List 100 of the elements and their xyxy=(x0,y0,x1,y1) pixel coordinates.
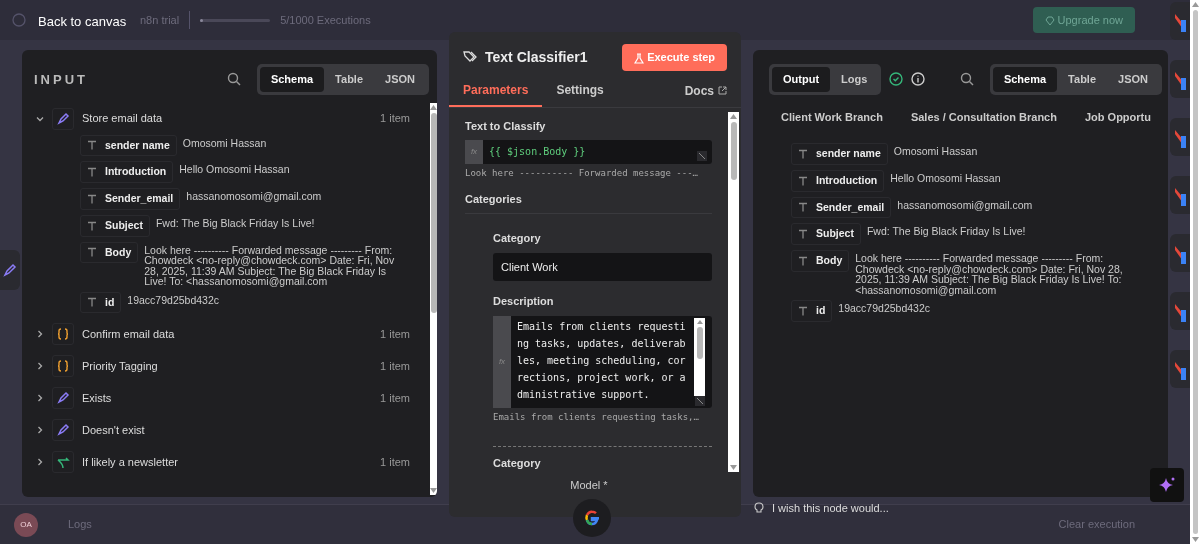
avatar[interactable]: OA xyxy=(14,512,38,537)
text-type-icon xyxy=(87,220,97,231)
field-value: Fwd: The Big Black Friday Is Live! xyxy=(866,224,1026,237)
info-icon[interactable] xyxy=(911,72,926,87)
clock-icon xyxy=(12,13,26,27)
text-type-icon xyxy=(87,167,97,178)
field-value: Look here ---------- Forwarded message --------- From: Chowdeck <no-reply@chowdeck.com> Date: Fri, Nov 28, 2025, 11:39 AM Subject: The Big Black Friday Is Live! To: <hassanomosomi@gmail.com xyxy=(855,251,1124,295)
branch-tab[interactable]: Sales / Consultation Branch xyxy=(910,108,1057,125)
scrollbar[interactable] xyxy=(728,111,739,472)
external-link-icon xyxy=(718,86,727,95)
field-key-text: Introduction xyxy=(105,164,167,180)
node-tile[interactable] xyxy=(1170,234,1190,272)
node-name[interactable]: Store email data xyxy=(82,110,163,127)
branch-tab[interactable]: Client Work Branch xyxy=(781,108,883,125)
item-count: 1 item xyxy=(380,359,410,374)
view-tab[interactable]: Table xyxy=(1057,67,1108,92)
view-tab[interactable]: Table xyxy=(324,67,375,92)
model-label: Model * xyxy=(569,477,609,493)
tab[interactable]: Parameters xyxy=(449,74,543,107)
field-value: Fwd: The Big Black Friday Is Live! xyxy=(155,215,315,229)
edit-node-tile[interactable] xyxy=(0,250,20,290)
tab[interactable]: Settings xyxy=(542,74,618,107)
field-key-text: Sender_email xyxy=(816,199,885,215)
field-key-text: Subject xyxy=(816,226,854,242)
field-key-text: Body xyxy=(816,253,843,268)
chevron-down-icon[interactable] xyxy=(36,114,44,123)
item-count: 1 item xyxy=(380,455,410,470)
scrollbar[interactable] xyxy=(694,317,705,396)
field-label: Description xyxy=(493,294,555,309)
field-key-text: Body xyxy=(105,244,132,260)
section-label: Categories xyxy=(465,190,712,214)
text-type-icon xyxy=(798,255,808,266)
field-value: 19acc79d25bd432c xyxy=(838,301,930,314)
chevron-right-icon[interactable] xyxy=(36,426,44,435)
view-tab[interactable]: JSON xyxy=(1107,67,1159,92)
description-text: Emails from clients requesting tasks, updates, deliverables, meeting scheduling, corrections, project work, or administrative support. xyxy=(516,319,687,402)
expression-preview: Look here ---------- Forwarded message ---… xyxy=(465,167,699,180)
executions-count: 5/1000 Executions xyxy=(280,12,371,28)
scrollbar[interactable] xyxy=(430,102,437,495)
flask-icon xyxy=(634,52,645,64)
pencil-icon xyxy=(3,263,17,277)
ai-assistant-button[interactable] xyxy=(1150,468,1184,502)
text-type-icon xyxy=(798,175,808,186)
node-tile[interactable] xyxy=(1170,292,1190,330)
field-label: Category xyxy=(493,231,542,246)
docs-link[interactable]: Docs xyxy=(684,81,727,100)
field-key-text: sender name xyxy=(816,146,881,161)
field-key-text: Subject xyxy=(105,217,143,233)
feedback-prompt[interactable]: I wish this node would... xyxy=(772,500,889,517)
field-value: Omosomi Hassan xyxy=(182,135,267,148)
expand-icon[interactable] xyxy=(694,395,705,406)
panel-title: INPUT xyxy=(34,70,88,89)
field-key-text: id xyxy=(105,294,115,310)
chevron-right-icon[interactable] xyxy=(36,362,44,371)
node-name[interactable]: Doesn't exist xyxy=(82,422,145,439)
search-icon[interactable] xyxy=(959,72,974,87)
node-name[interactable]: Exists xyxy=(82,390,112,407)
node-name[interactable]: If likely a newsletter xyxy=(82,454,178,471)
branch-icon xyxy=(56,455,70,470)
field-value: Hello Omosomi Hassan xyxy=(179,162,290,175)
search-icon[interactable] xyxy=(226,72,241,87)
node-name[interactable]: Confirm email data xyxy=(82,326,175,343)
field-key-text: Sender_email xyxy=(105,191,174,206)
mode-tab[interactable]: Output xyxy=(772,67,831,92)
view-tab[interactable]: Schema xyxy=(992,67,1058,92)
chevron-right-icon[interactable] xyxy=(36,394,44,403)
field-value: hassanomosomi@gmail.com xyxy=(186,189,322,202)
model-button[interactable] xyxy=(573,499,611,537)
chevron-right-icon[interactable] xyxy=(36,330,44,339)
field-value: Omosomi Hassan xyxy=(893,144,978,157)
node-tile[interactable] xyxy=(1170,176,1190,214)
item-count: 1 item xyxy=(380,327,410,342)
node-tile[interactable] xyxy=(1170,60,1190,98)
back-link[interactable]: Back to canvas xyxy=(38,12,127,32)
view-tab[interactable]: JSON xyxy=(374,67,426,92)
node-tile[interactable] xyxy=(1170,350,1190,388)
node-title: Text Classifier1 xyxy=(485,47,588,67)
text-type-icon xyxy=(798,202,808,213)
expression-text: {{ $json.Body }} xyxy=(488,145,587,159)
view-tab[interactable]: Schema xyxy=(259,67,325,92)
branch-tab[interactable]: Job Opportu xyxy=(1084,108,1151,125)
field-value: hassanomosomi@gmail.com xyxy=(897,197,1033,210)
text-type-icon xyxy=(87,193,97,204)
field-value: 19acc79d25bd432c xyxy=(127,292,219,305)
node-name[interactable]: Priority Tagging xyxy=(82,358,158,375)
field-key-text: id xyxy=(816,303,826,318)
node-tile[interactable] xyxy=(1170,2,1190,40)
node-tile[interactable] xyxy=(1170,118,1190,156)
google-icon xyxy=(583,509,601,527)
mode-tab[interactable]: Logs xyxy=(830,67,879,92)
item-count: 1 item xyxy=(380,391,410,406)
chevron-right-icon[interactable] xyxy=(36,458,44,467)
text-type-icon xyxy=(798,229,808,240)
pencil-icon xyxy=(56,111,70,126)
field-value: Hello Omosomi Hassan xyxy=(890,170,1001,184)
text-type-icon xyxy=(798,305,808,316)
category-input[interactable]: Client Work xyxy=(493,252,712,281)
text-type-icon xyxy=(87,297,97,308)
braces-icon xyxy=(56,327,70,342)
pencil-icon xyxy=(56,423,70,438)
